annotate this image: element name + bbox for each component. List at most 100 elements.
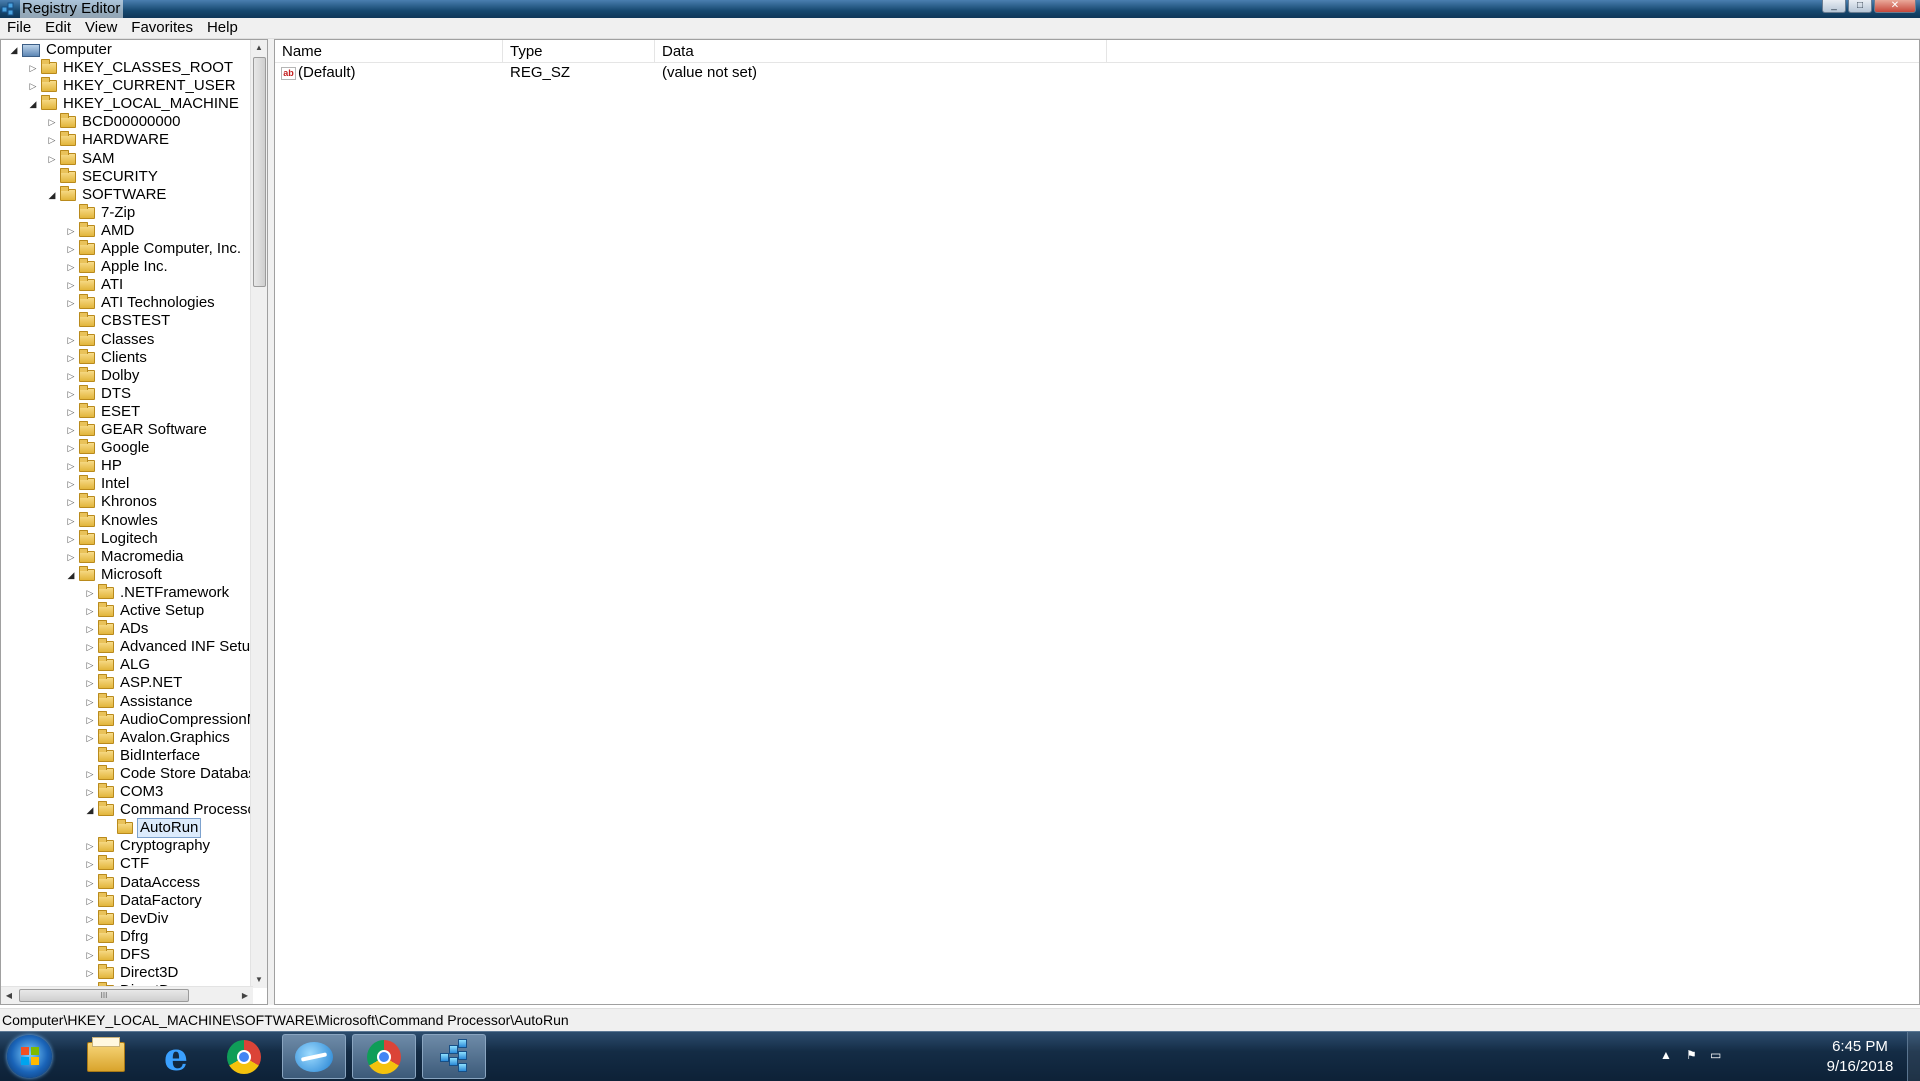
expand-arrow-icon[interactable]: ▷ [85, 874, 95, 892]
scroll-thumb[interactable] [253, 57, 266, 287]
tree-node[interactable]: ▷ BCD00000000 [47, 113, 182, 131]
tree-vertical-scrollbar[interactable]: ▲ ▼ [250, 40, 267, 988]
expand-arrow-icon[interactable]: ▷ [85, 638, 95, 656]
tree-node[interactable]: ▷ DFS [85, 945, 152, 964]
expand-arrow-icon[interactable]: ▷ [85, 910, 95, 928]
expand-arrow-icon[interactable]: ▷ [85, 892, 95, 910]
expand-arrow-icon[interactable]: ▷ [85, 837, 95, 855]
action-center-flag-icon[interactable]: ⚑ [1686, 1048, 1697, 1062]
tree-node[interactable]: ▷ DataAccess [85, 873, 202, 892]
tree-node[interactable]: ▷ Cryptography [85, 837, 212, 855]
tree-node[interactable]: ▷ Dfrg [85, 927, 150, 946]
expand-arrow-icon[interactable]: ▷ [66, 403, 76, 421]
collapse-arrow-icon[interactable]: ◢ [47, 186, 57, 204]
expand-arrow-icon[interactable]: ▷ [85, 602, 95, 620]
tree-node[interactable]: CBSTEST [66, 312, 172, 330]
menu-favorites[interactable]: Favorites [124, 18, 200, 38]
expand-arrow-icon[interactable]: ▷ [66, 294, 76, 312]
expand-arrow-icon[interactable]: ▷ [66, 349, 76, 367]
clock[interactable]: 6:45 PM 9/16/2018 [1820, 1037, 1900, 1077]
start-button[interactable] [7, 1035, 52, 1078]
expand-arrow-icon[interactable]: ▷ [66, 512, 76, 530]
taskbar-thunderbird[interactable] [282, 1034, 346, 1079]
tree-node[interactable]: ▷ DevDiv [85, 909, 170, 928]
expand-arrow-icon[interactable]: ▷ [85, 584, 95, 602]
tree-node-computer[interactable]: ◢ Computer [9, 41, 114, 59]
expand-arrow-icon[interactable]: ▷ [66, 258, 76, 276]
show-desktop-button[interactable] [1907, 1032, 1920, 1081]
taskbar-google-chrome[interactable] [212, 1034, 276, 1079]
tree-node[interactable]: ▷ Logitech [66, 529, 160, 548]
tree-node[interactable]: ▷ COM3 [85, 783, 165, 801]
column-header-name[interactable]: Name [275, 40, 503, 62]
show-hidden-icons-arrow-icon[interactable]: ▲ [1660, 1048, 1672, 1062]
tree-node[interactable]: ▷ ATI [66, 276, 125, 294]
tree-node[interactable]: ◢ Microsoft [66, 565, 164, 584]
column-header-type[interactable]: Type [503, 40, 655, 62]
tree-node[interactable]: ▷ DataFactory [85, 891, 204, 910]
tree-node[interactable]: ▷ Apple Inc. [66, 258, 170, 276]
expand-arrow-icon[interactable]: ▷ [28, 77, 38, 95]
scroll-up-arrow-icon[interactable]: ▲ [251, 40, 267, 56]
tree-node[interactable]: ▷ SAM [47, 149, 117, 168]
tree-node[interactable]: ▷ Clients [66, 348, 149, 367]
expand-arrow-icon[interactable]: ▷ [85, 711, 95, 729]
expand-arrow-icon[interactable]: ▷ [28, 59, 38, 77]
expand-arrow-icon[interactable]: ▷ [66, 475, 76, 493]
expand-arrow-icon[interactable]: ▷ [66, 439, 76, 457]
expand-arrow-icon[interactable]: ▷ [66, 421, 76, 439]
expand-arrow-icon[interactable]: ▷ [47, 150, 57, 168]
tree-node[interactable]: ▷ HARDWARE [47, 131, 171, 149]
tree-node[interactable]: ▷ AudioCompressionMa [85, 710, 253, 729]
menu-edit[interactable]: Edit [38, 18, 78, 38]
tree-node[interactable]: ▷ AMD [66, 221, 136, 240]
expand-arrow-icon[interactable]: ▷ [66, 367, 76, 385]
expand-arrow-icon[interactable]: ▷ [85, 765, 95, 783]
tree-node[interactable]: ▷ Knowles [66, 511, 160, 530]
menu-help[interactable]: Help [200, 18, 245, 38]
tree-node[interactable]: ▷ GEAR Software [66, 421, 209, 439]
tree-node[interactable]: ▷ Apple Computer, Inc. [66, 240, 243, 258]
menu-file[interactable]: File [0, 18, 38, 38]
tree-node[interactable]: ▷ ATI Technologies [66, 294, 217, 312]
expand-arrow-icon[interactable]: ▷ [66, 331, 76, 349]
tree-node[interactable]: ▷ ADs [85, 620, 150, 638]
expand-arrow-icon[interactable]: ▷ [66, 457, 76, 475]
expand-arrow-icon[interactable]: ▷ [85, 964, 95, 982]
tree-node[interactable]: ▷ Code Store Database [85, 764, 253, 783]
tree-node[interactable]: ▷ HKEY_CLASSES_ROOT [28, 59, 235, 77]
collapse-arrow-icon[interactable]: ◢ [9, 41, 19, 59]
tree-node[interactable]: SECURITY [47, 167, 160, 186]
tree-node[interactable]: ◢ SOFTWARE [47, 185, 168, 204]
tree-node[interactable]: ▷ Dolby [66, 366, 141, 385]
expand-arrow-icon[interactable]: ▷ [66, 276, 76, 294]
network-icon[interactable]: ▭ [1710, 1048, 1721, 1062]
scroll-left-arrow-icon[interactable]: ◀ [1, 987, 17, 1004]
expand-arrow-icon[interactable]: ▷ [85, 729, 95, 747]
expand-arrow-icon[interactable]: ▷ [66, 240, 76, 258]
tree-node[interactable]: BidInterface [85, 746, 202, 765]
tree-node[interactable]: ▷ Avalon.Graphics [85, 728, 232, 747]
expand-arrow-icon[interactable]: ▷ [66, 530, 76, 548]
tree-node[interactable]: ▷ Macromedia [66, 547, 186, 566]
tree-node[interactable]: ◢ HKEY_LOCAL_MACHINE [28, 95, 241, 113]
expand-arrow-icon[interactable]: ▷ [85, 783, 95, 801]
expand-arrow-icon[interactable]: ▷ [85, 674, 95, 692]
expand-arrow-icon[interactable]: ▷ [47, 131, 57, 149]
expand-arrow-icon[interactable]: ▷ [66, 548, 76, 566]
tree-node[interactable]: ▷ Assistance [85, 692, 195, 711]
taskbar-google-chrome-window[interactable] [352, 1034, 416, 1079]
expand-arrow-icon[interactable]: ▷ [66, 222, 76, 240]
value-row[interactable]: ab (Default) REG_SZ (value not set) [275, 64, 1107, 82]
tree-node[interactable]: ▷ Khronos [66, 493, 159, 511]
expand-arrow-icon[interactable]: ▷ [85, 928, 95, 946]
expand-arrow-icon[interactable]: ▷ [85, 656, 95, 674]
tree-node[interactable]: ▷ HP [66, 457, 124, 475]
tree-node[interactable]: AutoRun [104, 818, 202, 839]
tree-node[interactable]: ▷ ALG [85, 656, 152, 674]
tree-node[interactable]: ▷ ESET [66, 402, 142, 421]
tree-node[interactable]: ▷ Intel [66, 475, 131, 493]
tree-node[interactable]: ▷ Direct3D [85, 964, 180, 982]
scroll-thumb[interactable]: III [19, 989, 189, 1002]
tree-node[interactable]: ▷ Active Setup [85, 602, 206, 620]
